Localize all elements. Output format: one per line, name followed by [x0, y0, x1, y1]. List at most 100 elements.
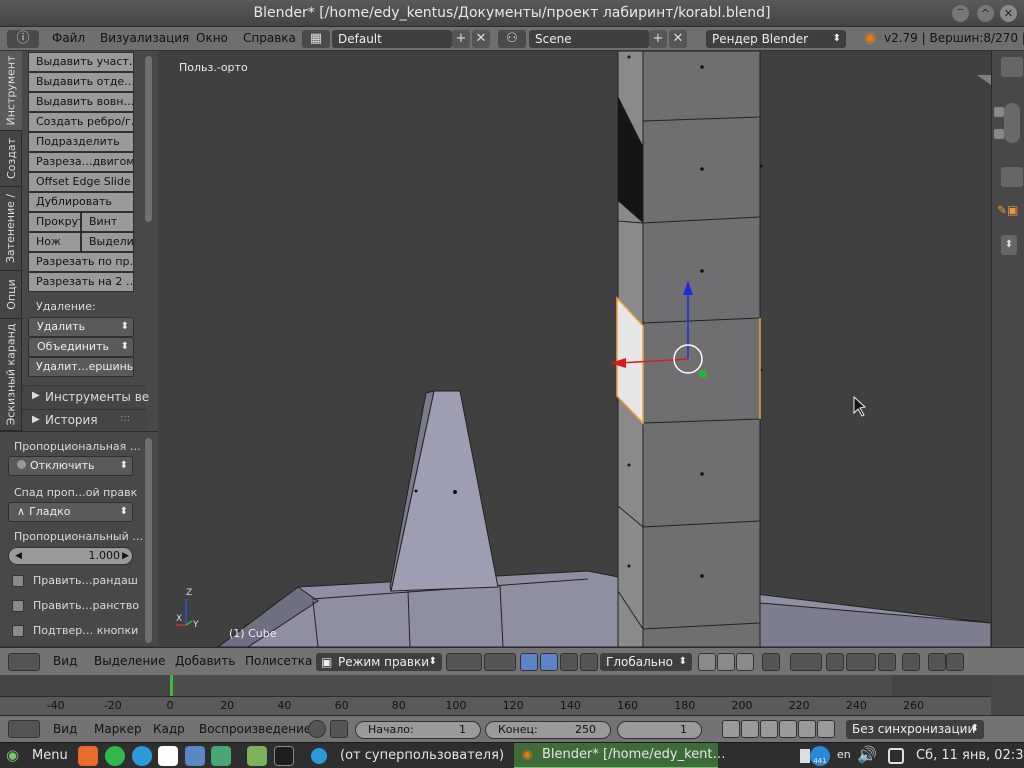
tool-shelf-scrollbar[interactable]	[145, 56, 152, 222]
camera-icon[interactable]	[994, 107, 1004, 117]
render-animation-icon[interactable]	[946, 653, 964, 671]
scene-canvas[interactable]: Z X Y	[158, 51, 991, 647]
menu-playback[interactable]: Воспроизведение	[199, 722, 311, 736]
tray-update-icon[interactable]: 441	[810, 746, 830, 766]
tool-wrench-icon[interactable]: ✎▣	[997, 203, 1021, 217]
menu-select[interactable]: Выделение	[94, 654, 165, 668]
launcher-app-icon[interactable]	[158, 746, 178, 766]
menu-frame[interactable]: Кадр	[153, 722, 185, 736]
menu-file[interactable]: Файл	[52, 31, 85, 45]
task-blender-active[interactable]: ◉ Blender* [/home/edy_kent…	[514, 743, 726, 768]
snap-target-icon[interactable]	[878, 653, 896, 671]
launcher-folder-icon[interactable]	[247, 746, 267, 766]
3d-viewport[interactable]: Z X Y Польз.-орто (1) Cube	[158, 51, 991, 647]
sync-mode-select[interactable]: Без синхронизации ⬍	[846, 720, 984, 739]
layout-field[interactable]: Default	[332, 30, 452, 48]
duplicate-button[interactable]: Дублировать	[28, 192, 134, 212]
jump-end-icon[interactable]	[817, 720, 835, 738]
remove-doubles-button[interactable]: Удалит…ершины	[28, 357, 134, 377]
scene-icon[interactable]: ⚇	[498, 30, 526, 48]
end-frame-field[interactable]: Конец: 250	[485, 721, 611, 739]
jump-next-key-icon[interactable]	[798, 720, 816, 738]
offset-edge-slide-button[interactable]: Offset Edge Slide	[28, 172, 134, 192]
minimize-icon[interactable]: ‾	[952, 5, 969, 22]
layer-button-3[interactable]	[736, 653, 754, 671]
area-split-widget-icon[interactable]	[977, 75, 991, 85]
falloff-dropdown[interactable]: ∧ Гладко	[8, 502, 133, 522]
menu-timeline-view[interactable]: Вид	[53, 722, 77, 736]
render-image-icon[interactable]	[928, 653, 946, 671]
tray-indicator-icon[interactable]	[800, 749, 810, 763]
tab-grease-pencil[interactable]: Эскизный каранд	[0, 319, 22, 431]
menu-marker[interactable]: Маркер	[94, 722, 142, 736]
jump-prev-key-icon[interactable]	[741, 720, 759, 738]
menu-view[interactable]: Вид	[53, 654, 77, 668]
start-frame-field[interactable]: Начало: 1	[355, 721, 481, 739]
remove-scene-icon[interactable]: ✕	[669, 30, 687, 48]
launcher-terminal-icon[interactable]	[274, 746, 294, 766]
current-frame-field[interactable]: 1	[617, 721, 702, 739]
checkbox-3[interactable]	[12, 625, 24, 637]
limit-selection-icon[interactable]	[762, 653, 780, 671]
screen-layout-icon[interactable]: ▦	[302, 30, 330, 48]
viewport-shading-icon[interactable]	[446, 653, 482, 671]
menu-mesh[interactable]: Полисетка	[245, 654, 312, 668]
bisect-button[interactable]: Разрезать на 2 …	[28, 272, 134, 292]
mint-menu-icon[interactable]: ◉	[6, 746, 19, 764]
scene-field[interactable]: Scene	[529, 30, 649, 48]
loop-cut-slide-button[interactable]: Разреза…двигом	[28, 152, 134, 172]
notification-icon[interactable]	[888, 748, 904, 764]
menu-window[interactable]: Окно	[196, 31, 228, 45]
rotate-manipulator-icon[interactable]	[560, 653, 578, 671]
proportional-dropdown[interactable]: Отключить	[8, 456, 133, 476]
tab-tools[interactable]: Инструмент	[0, 51, 22, 131]
inset-faces-button[interactable]: Выдавить вовн…	[28, 92, 134, 112]
layer-button-1[interactable]	[698, 653, 716, 671]
menu-button[interactable]: Menu	[32, 748, 68, 763]
current-frame-marker[interactable]	[170, 675, 173, 697]
camera-icon[interactable]	[994, 129, 1004, 139]
render-engine-select[interactable]: Рендер Blender ⬍	[706, 30, 846, 48]
keyboard-layout[interactable]: en	[837, 748, 851, 761]
launcher-sheet-icon[interactable]	[211, 746, 231, 766]
arrow-left-icon[interactable]: ◀	[15, 548, 22, 564]
delete-dropdown[interactable]: Удалить	[28, 317, 134, 337]
menu-add[interactable]: Добавить	[175, 654, 235, 668]
operator-scrollbar[interactable]	[145, 438, 152, 643]
jump-start-icon[interactable]	[722, 720, 740, 738]
size-field[interactable]: ◀ 1.000 ▶	[8, 547, 133, 565]
subdivide-button[interactable]: Подразделить	[28, 132, 134, 152]
checkbox-2[interactable]	[12, 600, 24, 612]
keying-lock-icon[interactable]	[330, 720, 348, 738]
launcher-whatsapp-icon[interactable]	[105, 746, 125, 766]
screw-button[interactable]: Винт	[81, 212, 134, 232]
knife-project-button[interactable]: Разрезать по пр…	[28, 252, 134, 272]
extrude-region-button[interactable]: Выдавить участ…	[28, 52, 134, 72]
translate-manipulator-icon[interactable]	[540, 653, 558, 671]
close-icon[interactable]: ✕	[1000, 5, 1017, 22]
tab-options[interactable]: Опци	[0, 271, 22, 319]
opengl-render-icon[interactable]	[902, 653, 920, 671]
play-reverse-icon[interactable]	[760, 720, 778, 738]
outliner-icon[interactable]	[1001, 57, 1023, 77]
panel-header-history[interactable]: ▶ История :::	[22, 409, 146, 431]
drag-handle-icon[interactable]: :::	[120, 413, 130, 424]
editor-type-timeline-icon[interactable]	[8, 720, 40, 738]
menu-help[interactable]: Справка	[243, 31, 296, 45]
launcher-chrome-icon[interactable]	[185, 746, 205, 766]
task-telegram-title[interactable]: (от суперпользователя)	[340, 748, 504, 763]
record-icon[interactable]	[308, 720, 326, 738]
panel-header-tools[interactable]: ▶ Инструменты ве	[22, 385, 149, 409]
timeline-area[interactable]: -40 -20 0 20 40 60 80 100 120 140 160 180 200 220 240 2…	[0, 675, 991, 715]
add-layout-icon[interactable]: +	[452, 30, 470, 48]
scale-manipulator-icon[interactable]	[580, 653, 598, 671]
context-dropdown-icon[interactable]: ⬍	[1001, 235, 1017, 255]
launcher-telegram-icon[interactable]	[132, 746, 152, 766]
transform-orientation-select[interactable]: Глобально ⬍	[600, 653, 692, 671]
mode-select[interactable]: ▣ Режим правки ⬍	[316, 653, 442, 671]
properties-editor-icon[interactable]	[1001, 167, 1023, 187]
right-panel-scrollbar[interactable]	[1004, 103, 1020, 143]
launcher-blender-icon[interactable]	[78, 746, 98, 766]
clock[interactable]: Сб, 11 янв, 02:33	[916, 748, 1024, 763]
manipulator-toggle-icon[interactable]	[520, 653, 538, 671]
